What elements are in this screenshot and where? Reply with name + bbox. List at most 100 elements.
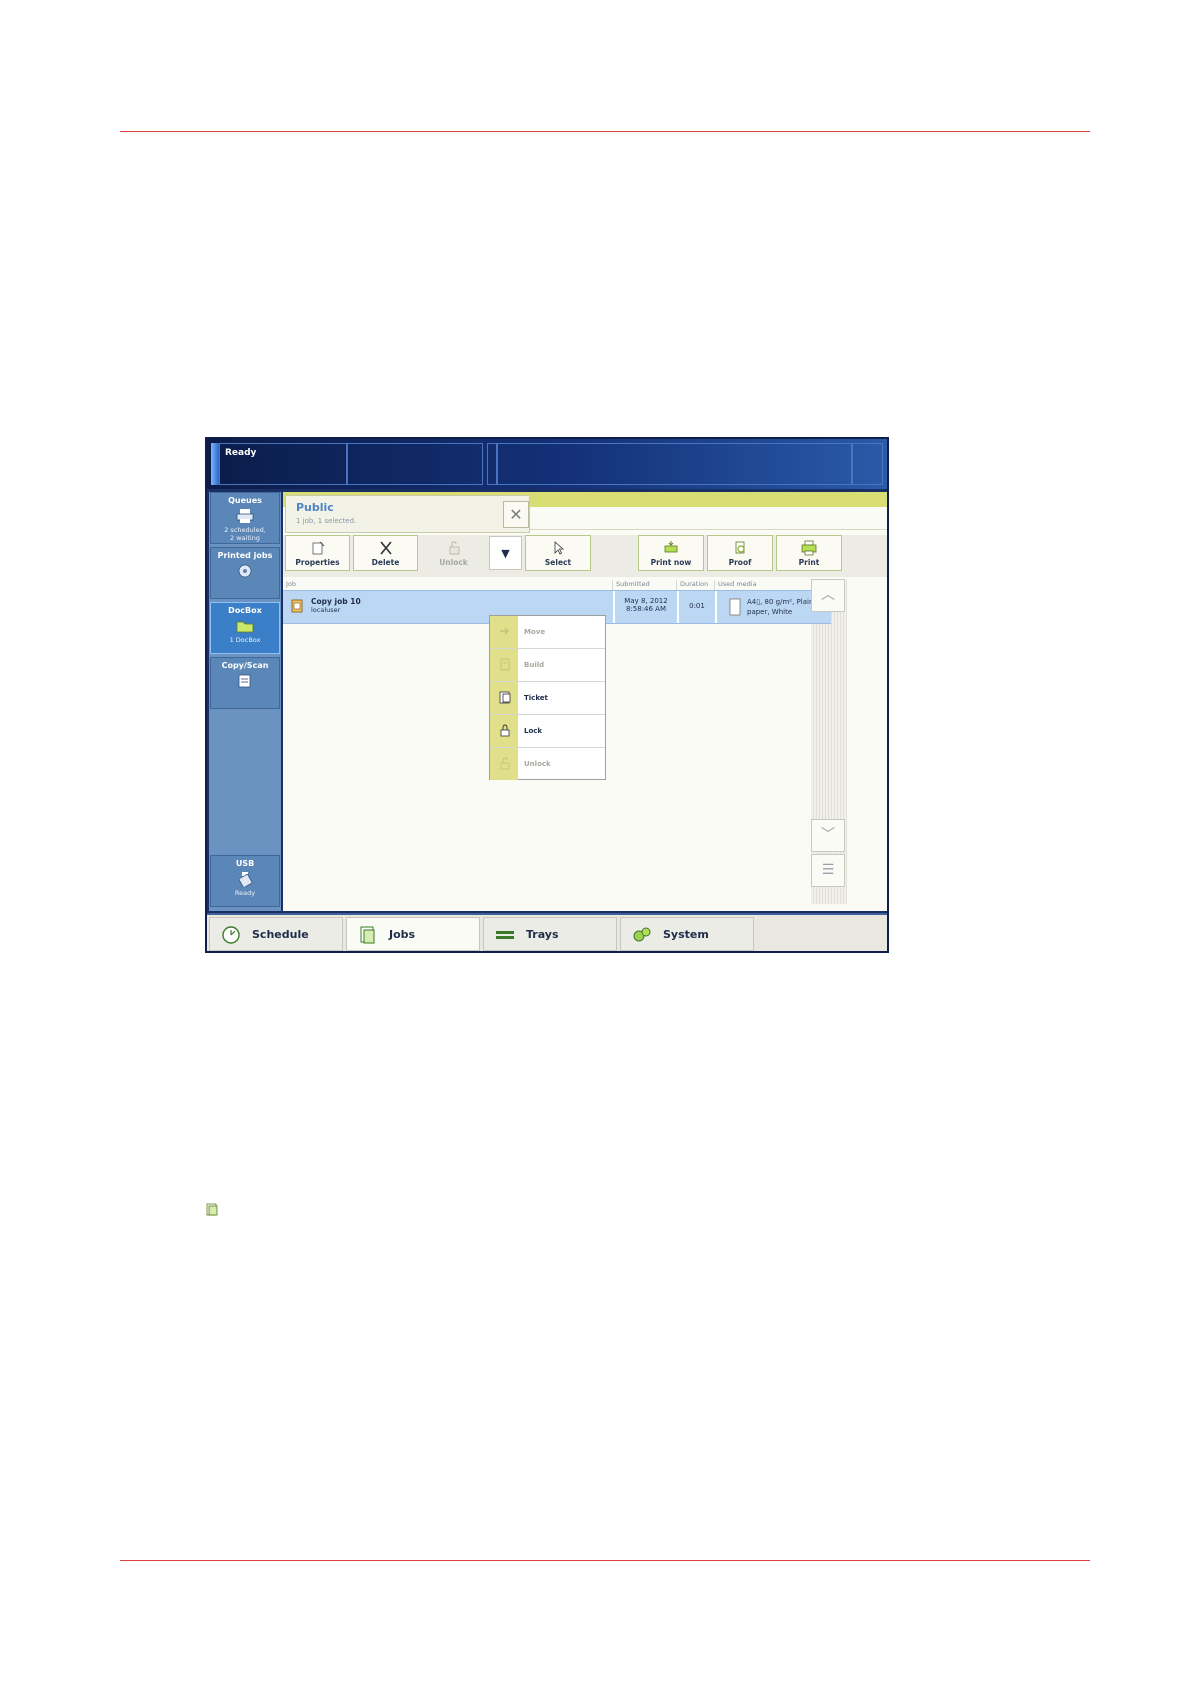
sidebar-item-label: Copy/Scan <box>221 661 269 670</box>
proof-label: Proof <box>728 558 752 567</box>
menu-item-unlock[interactable]: Unlock <box>490 748 605 781</box>
print-button[interactable]: Print <box>776 535 842 571</box>
page-title: Public <box>296 501 334 514</box>
menu-item-label: Ticket <box>524 694 548 702</box>
header-divider <box>120 131 1090 132</box>
print-label: Print <box>798 558 820 567</box>
print-now-button[interactable]: Print now <box>638 535 704 571</box>
menu-item-label: Build <box>524 661 545 669</box>
usb-status: Ready <box>234 889 256 897</box>
print-now-icon <box>664 541 678 553</box>
queues-scheduled-count: 2 scheduled, <box>224 526 266 534</box>
menu-item-move[interactable]: Move <box>490 616 605 649</box>
tab-jobs[interactable]: Jobs <box>346 917 480 951</box>
proof-button[interactable]: Proof <box>707 535 773 571</box>
status-cell-2 <box>347 443 483 485</box>
tab-trays[interactable]: Trays <box>483 917 617 951</box>
ticket-icon <box>499 691 511 704</box>
submitted-date: May 8, 2012 <box>624 597 668 605</box>
sidebar-item-copy-scan[interactable]: Copy/Scan <box>210 657 280 709</box>
tab-label: Trays <box>526 928 559 941</box>
column-header-submitted[interactable]: Submitted <box>613 580 677 590</box>
delete-label: Delete <box>371 558 400 567</box>
docbox-header: Public 1 job, 1 selected. ✕ <box>285 495 530 533</box>
tab-label: System <box>663 928 709 941</box>
bottom-navigation: Schedule Jobs Trays System <box>207 913 887 951</box>
sidebar-item-label: USB <box>235 859 255 868</box>
toolbar: Properties Delete Unlock ▼ Select Print … <box>283 535 887 577</box>
properties-label: Properties <box>295 558 340 567</box>
cursor-icon <box>554 541 565 555</box>
close-button[interactable]: ✕ <box>503 501 529 528</box>
sidebar-item-label: Printed jobs <box>217 551 273 560</box>
tab-label: Schedule <box>252 928 309 941</box>
docbox-count: 1 DocBox <box>229 636 261 644</box>
menu-item-label: Move <box>524 628 546 636</box>
panel-header-extension <box>530 507 887 530</box>
chevron-down-icon: ▼ <box>501 547 510 560</box>
queues-waiting-count: 2 waiting <box>230 534 260 542</box>
menu-item-lock[interactable]: Lock <box>490 715 605 748</box>
job-name: Copy job 10 <box>311 597 361 606</box>
sidebar-item-label: Queues <box>228 496 262 505</box>
menu-item-label: Lock <box>524 727 543 735</box>
sidebar-item-printed-jobs[interactable]: Printed jobs <box>210 547 280 599</box>
status-cell-5 <box>852 443 883 485</box>
column-header-duration[interactable]: Duration <box>677 580 715 590</box>
properties-icon <box>312 541 324 555</box>
select-button[interactable]: Select <box>525 535 591 571</box>
status-cell-4 <box>497 443 852 485</box>
tab-schedule[interactable]: Schedule <box>209 917 343 951</box>
sidebar-item-label: DocBox <box>228 606 262 615</box>
move-icon <box>500 627 509 635</box>
disc-icon <box>238 564 252 578</box>
sidebar-item-usb[interactable]: USB Ready <box>210 855 280 907</box>
footer-divider <box>120 1560 1090 1561</box>
job-owner: localuser <box>311 606 341 614</box>
document-icon <box>729 598 741 616</box>
list-icon: ☰ <box>821 862 835 878</box>
tab-label: Jobs <box>389 928 416 941</box>
tab-system[interactable]: System <box>620 917 754 951</box>
status-cell-3 <box>487 443 497 485</box>
submitted-time: 8:58:46 AM <box>625 605 667 613</box>
unlock-icon <box>500 757 510 770</box>
more-actions-dropdown-toggle[interactable]: ▼ <box>489 536 522 570</box>
status-text: Ready <box>225 448 257 458</box>
main-content: Public 1 job, 1 selected. ✕ Properties D… <box>283 492 887 911</box>
job-duration: 0:01 <box>689 602 705 610</box>
unlock-button[interactable]: Unlock <box>421 535 486 571</box>
list-view-button[interactable]: ☰ <box>811 854 845 887</box>
gears-icon <box>633 927 651 942</box>
print-now-label: Print now <box>650 558 692 567</box>
delete-icon <box>379 541 392 555</box>
clock-icon <box>222 926 240 944</box>
build-icon <box>500 658 510 671</box>
printer-icon <box>236 509 254 523</box>
delete-button[interactable]: Delete <box>353 535 418 571</box>
document-icon <box>206 1203 218 1216</box>
menu-item-ticket[interactable]: Ticket <box>490 682 605 715</box>
usb-icon <box>238 872 253 887</box>
status-bar: Ready <box>207 439 887 489</box>
sidebar-item-queues[interactable]: Queues 2 scheduled, 2 waiting <box>210 492 280 544</box>
printer-control-panel-screen: Ready Queues 2 scheduled, 2 waiting Prin… <box>205 437 889 953</box>
sidebar-item-docbox[interactable]: DocBox 1 DocBox <box>210 602 280 654</box>
properties-button[interactable]: Properties <box>285 535 350 571</box>
unlock-label: Unlock <box>439 558 468 567</box>
select-label: Select <box>544 558 572 567</box>
column-header-job[interactable]: Job <box>283 580 613 590</box>
proof-icon <box>735 541 745 554</box>
scroll-down-button[interactable]: ﹀ <box>811 819 845 852</box>
media-description-line-2: paper, White <box>747 608 793 616</box>
menu-item-label: Unlock <box>524 760 551 768</box>
more-actions-menu: Move Build Ticket Lock Unlock <box>489 615 606 780</box>
chevron-down-icon: ﹀ <box>821 827 835 843</box>
print-icon <box>801 540 817 556</box>
menu-item-build[interactable]: Build <box>490 649 605 682</box>
job-table-header: Job Submitted Duration Used media <box>283 580 811 590</box>
sidebar: Queues 2 scheduled, 2 waiting Printed jo… <box>209 492 281 911</box>
scroll-up-button[interactable]: ︿ <box>811 579 845 612</box>
column-header-used-media[interactable]: Used media <box>715 580 811 590</box>
copy-job-icon <box>291 599 303 613</box>
